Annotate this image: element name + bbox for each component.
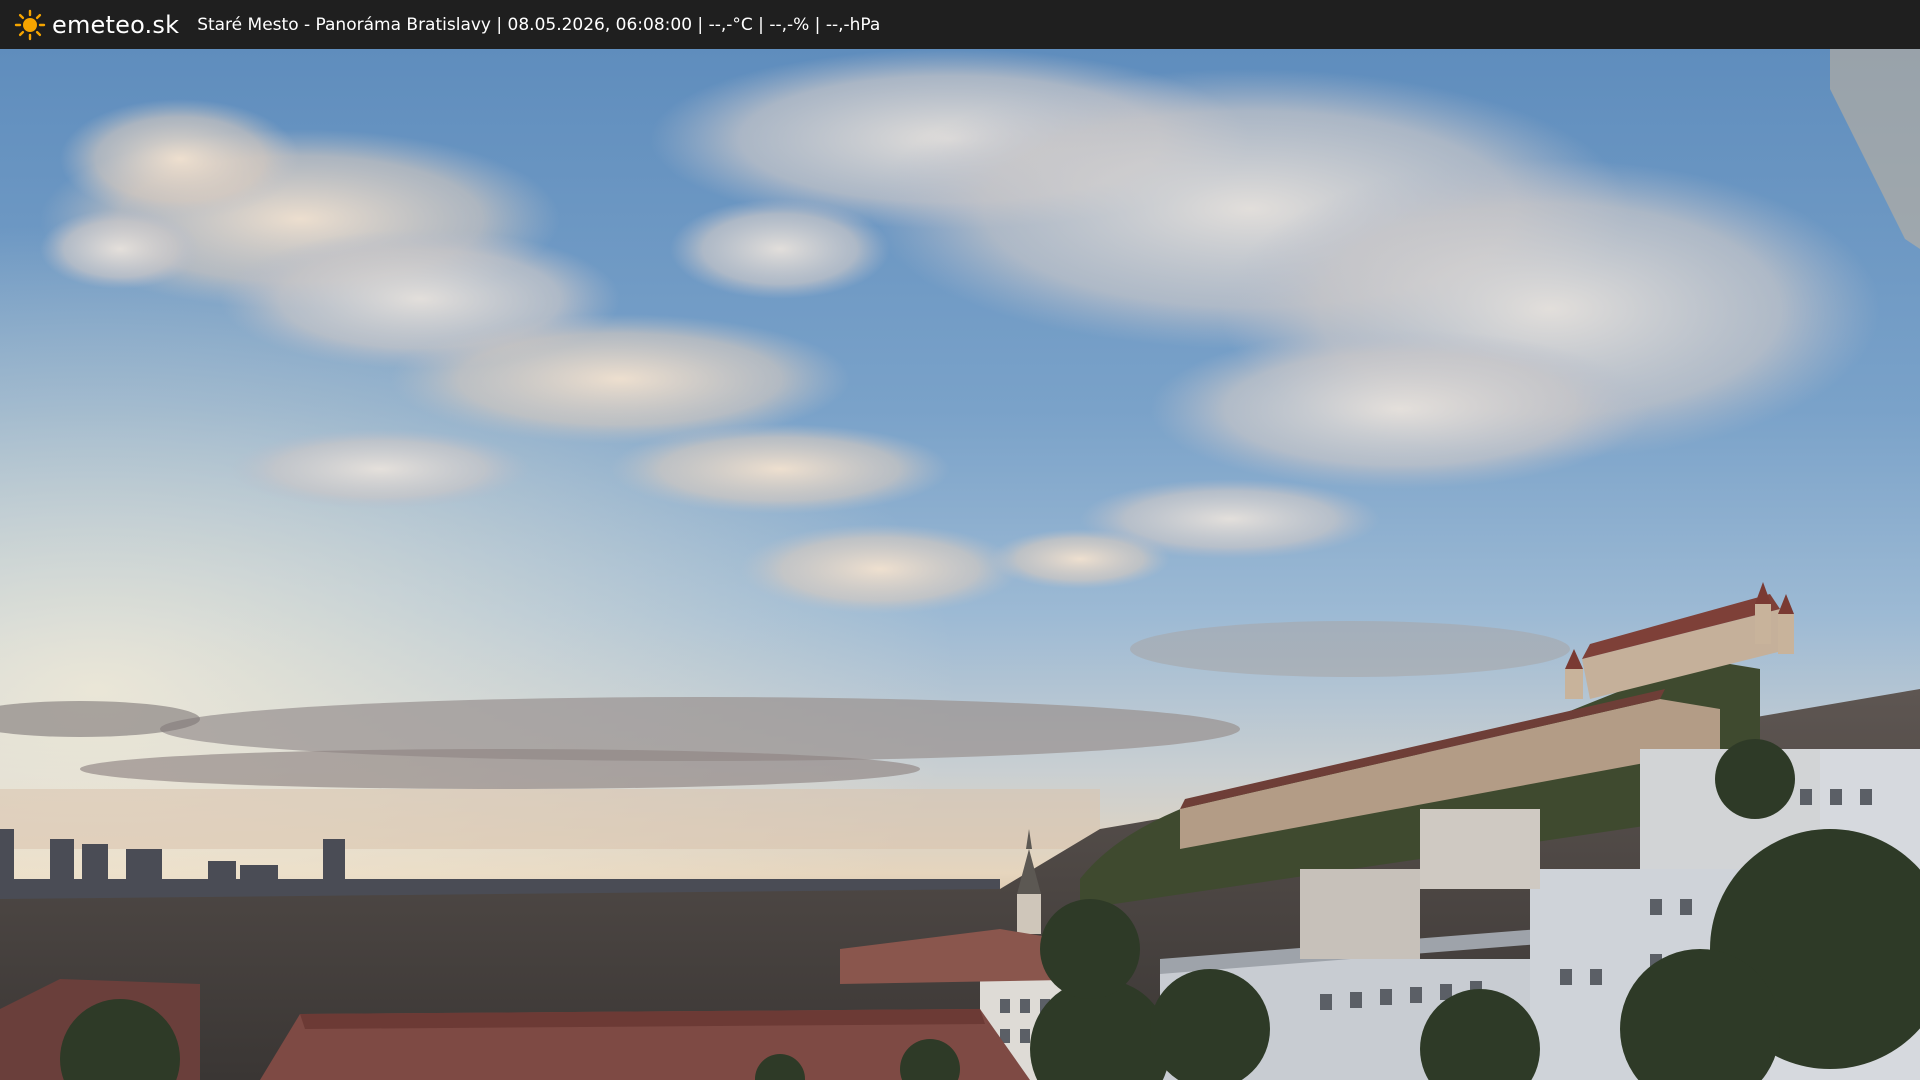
humidity-value: --,-% xyxy=(769,14,810,35)
webcam-caption: Staré Mesto - Panoráma Bratislavy | 08.0… xyxy=(197,14,881,35)
brand-name: emeteo.sk xyxy=(52,10,180,39)
temperature-value: --,-°C xyxy=(708,14,753,35)
location-name: Staré Mesto - Panoráma Bratislavy xyxy=(197,14,491,35)
brand-logo[interactable]: emeteo.sk xyxy=(14,0,179,49)
pressure-value: --,-hPa xyxy=(825,14,881,35)
sun-icon xyxy=(14,9,46,40)
top-bar: emeteo.sk Staré Mesto - Panoráma Bratisl… xyxy=(0,0,1920,49)
webcam-image xyxy=(0,49,1920,1080)
panorama-scene xyxy=(0,49,1920,1080)
capture-datetime: 08.05.2026, 06:08:00 xyxy=(507,14,693,35)
